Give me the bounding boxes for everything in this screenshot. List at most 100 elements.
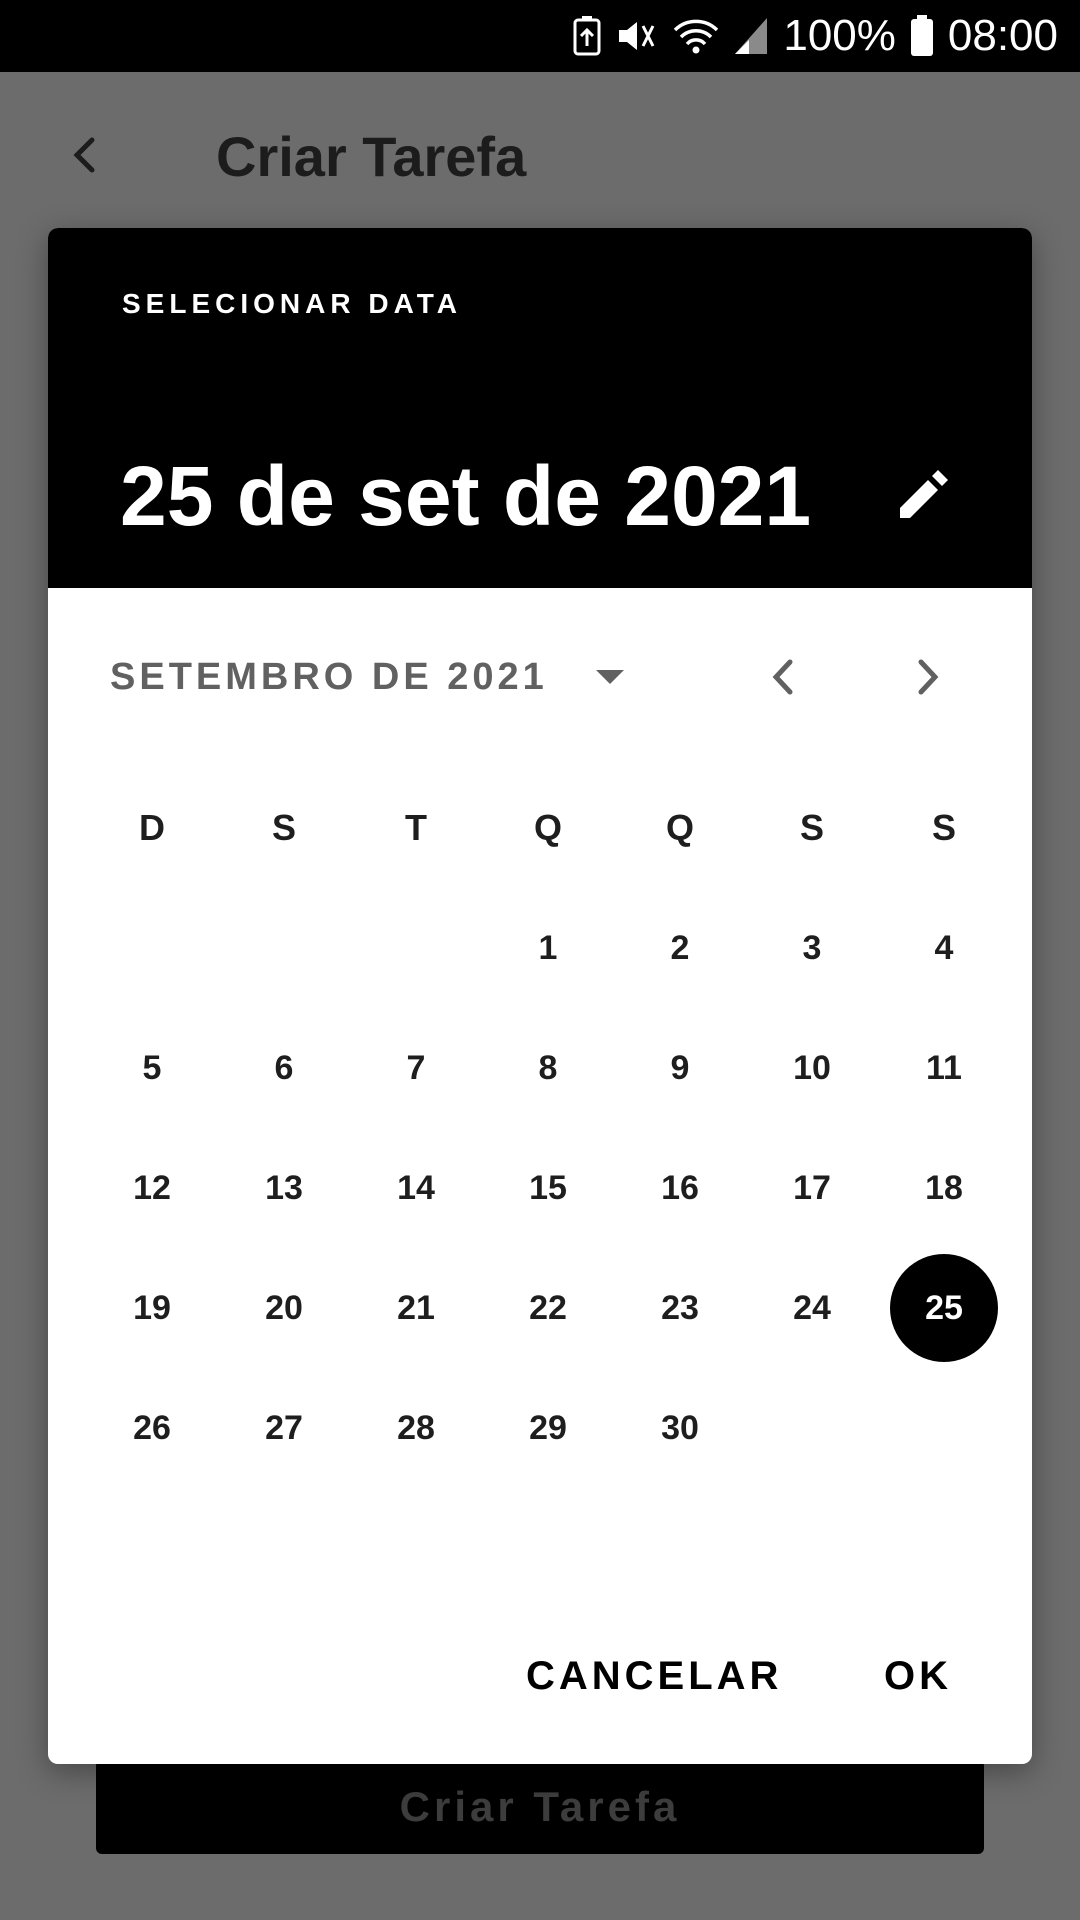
calendar-grid: D S T Q Q S S 1 2 3 4 5 6 7 8 9 10 11 12 13 14 15 16 17 1… <box>86 768 1010 1488</box>
dialog-label: SELECIONAR DATA <box>122 288 462 319</box>
day-cell[interactable]: 15 <box>482 1128 614 1248</box>
day-cell[interactable]: 20 <box>218 1248 350 1368</box>
empty-day-cell <box>746 1368 878 1488</box>
day-number: 23 <box>661 1288 699 1327</box>
weekday-label: S <box>271 807 296 848</box>
create-task-button[interactable]: Criar Tarefa <box>96 1760 984 1854</box>
selected-date-display: 25 de set de 2021 <box>120 449 812 543</box>
battery-percent: 100% <box>783 11 896 60</box>
weekday-label: T <box>405 807 427 848</box>
day-number: 6 <box>274 1048 294 1087</box>
muted-vibrate-icon <box>615 14 659 58</box>
day-number: 15 <box>529 1168 567 1207</box>
day-number: 18 <box>925 1168 963 1207</box>
day-cell[interactable]: 2 <box>614 888 746 1008</box>
day-cell[interactable]: 16 <box>614 1128 746 1248</box>
day-cell[interactable]: 28 <box>350 1368 482 1488</box>
day-cell[interactable]: 24 <box>746 1248 878 1368</box>
battery-saver-icon <box>573 14 601 58</box>
weekday-header: D S T Q Q S S <box>86 768 1010 888</box>
day-number: 28 <box>397 1408 435 1447</box>
week-row: 5 6 7 8 9 10 11 <box>86 1008 1010 1128</box>
day-number: 3 <box>802 928 822 967</box>
dropdown-arrow-icon[interactable] <box>588 656 632 700</box>
week-row: 26 27 28 29 30 <box>86 1368 1010 1488</box>
day-number: 29 <box>529 1408 567 1447</box>
clock: 08:00 <box>947 11 1058 60</box>
pencil-icon[interactable] <box>888 460 958 530</box>
day-cell[interactable]: 21 <box>350 1248 482 1368</box>
day-cell[interactable]: 4 <box>878 888 1010 1008</box>
weekday-label: Q <box>665 807 694 848</box>
day-cell[interactable]: 22 <box>482 1248 614 1368</box>
cancel-button[interactable]: CANCELAR <box>526 1654 782 1699</box>
day-cell[interactable]: 29 <box>482 1368 614 1488</box>
signal-icon <box>733 14 769 58</box>
day-number: 30 <box>661 1408 699 1447</box>
day-cell[interactable]: 18 <box>878 1128 1010 1248</box>
day-cell[interactable]: 14 <box>350 1128 482 1248</box>
week-row: 1 2 3 4 <box>86 888 1010 1008</box>
empty-day-cell <box>350 888 482 1008</box>
day-number: 16 <box>661 1168 699 1207</box>
month-navigation: SETEMBRO DE 2021 <box>48 588 1032 748</box>
day-number: 12 <box>133 1168 171 1207</box>
ok-button[interactable]: OK <box>884 1654 952 1699</box>
weekday-label: S <box>799 807 824 848</box>
wifi-icon <box>673 14 719 58</box>
day-cell[interactable]: 6 <box>218 1008 350 1128</box>
day-number: 13 <box>265 1168 303 1207</box>
day-cell[interactable]: 26 <box>86 1368 218 1488</box>
day-cell[interactable]: 5 <box>86 1008 218 1128</box>
day-cell[interactable]: 10 <box>746 1008 878 1128</box>
app-bar: Criar Tarefa <box>0 72 1080 242</box>
day-cell[interactable]: 12 <box>86 1128 218 1248</box>
day-cell[interactable]: 27 <box>218 1368 350 1488</box>
day-cell[interactable]: 13 <box>218 1128 350 1248</box>
day-number: 10 <box>793 1048 831 1087</box>
day-number: 27 <box>265 1408 303 1447</box>
page-title: Criar Tarefa <box>216 125 527 188</box>
back-icon[interactable] <box>60 130 110 180</box>
dialog-actions: CANCELAR OK <box>48 1614 1032 1764</box>
day-number: 17 <box>793 1168 831 1207</box>
day-number: 7 <box>406 1048 426 1087</box>
day-cell[interactable]: 3 <box>746 888 878 1008</box>
weekday-label: D <box>139 807 165 848</box>
day-cell[interactable]: 8 <box>482 1008 614 1128</box>
day-number: 2 <box>670 928 690 967</box>
week-row: 12 13 14 15 16 17 18 <box>86 1128 1010 1248</box>
day-number: 1 <box>538 928 558 967</box>
day-number: 20 <box>265 1288 303 1327</box>
next-month-button[interactable] <box>893 642 963 712</box>
day-cell[interactable]: 23 <box>614 1248 746 1368</box>
day-number: 24 <box>793 1288 831 1327</box>
date-picker-dialog: SELECIONAR DATA 25 de set de 2021 SETEMB… <box>48 228 1032 1764</box>
day-cell[interactable]: 17 <box>746 1128 878 1248</box>
day-cell[interactable]: 19 <box>86 1248 218 1368</box>
week-row: 19 20 21 22 23 24 25 <box>86 1248 1010 1368</box>
day-number: 9 <box>670 1048 690 1087</box>
dialog-header: SELECIONAR DATA 25 de set de 2021 <box>48 228 1032 588</box>
day-number: 5 <box>142 1048 162 1087</box>
battery-icon <box>910 14 934 58</box>
day-number: 4 <box>934 928 954 967</box>
day-number: 14 <box>397 1168 435 1207</box>
day-cell[interactable]: 11 <box>878 1008 1010 1128</box>
day-number: 21 <box>397 1288 435 1327</box>
day-cell[interactable]: 30 <box>614 1368 746 1488</box>
weekday-label: S <box>931 807 956 848</box>
day-number: 11 <box>926 1048 962 1087</box>
day-cell[interactable]: 9 <box>614 1008 746 1128</box>
empty-day-cell <box>86 888 218 1008</box>
day-cell[interactable]: 1 <box>482 888 614 1008</box>
status-bar: 100% 08:00 <box>0 0 1080 72</box>
day-cell[interactable]: 7 <box>350 1008 482 1128</box>
previous-month-button[interactable] <box>748 642 818 712</box>
month-year-label[interactable]: SETEMBRO DE 2021 <box>110 656 548 699</box>
day-number: 8 <box>538 1048 558 1087</box>
empty-day-cell <box>878 1368 1010 1488</box>
selected-day-cell[interactable]: 25 <box>878 1248 1010 1368</box>
day-number: 19 <box>133 1288 171 1327</box>
day-number: 22 <box>529 1288 567 1327</box>
